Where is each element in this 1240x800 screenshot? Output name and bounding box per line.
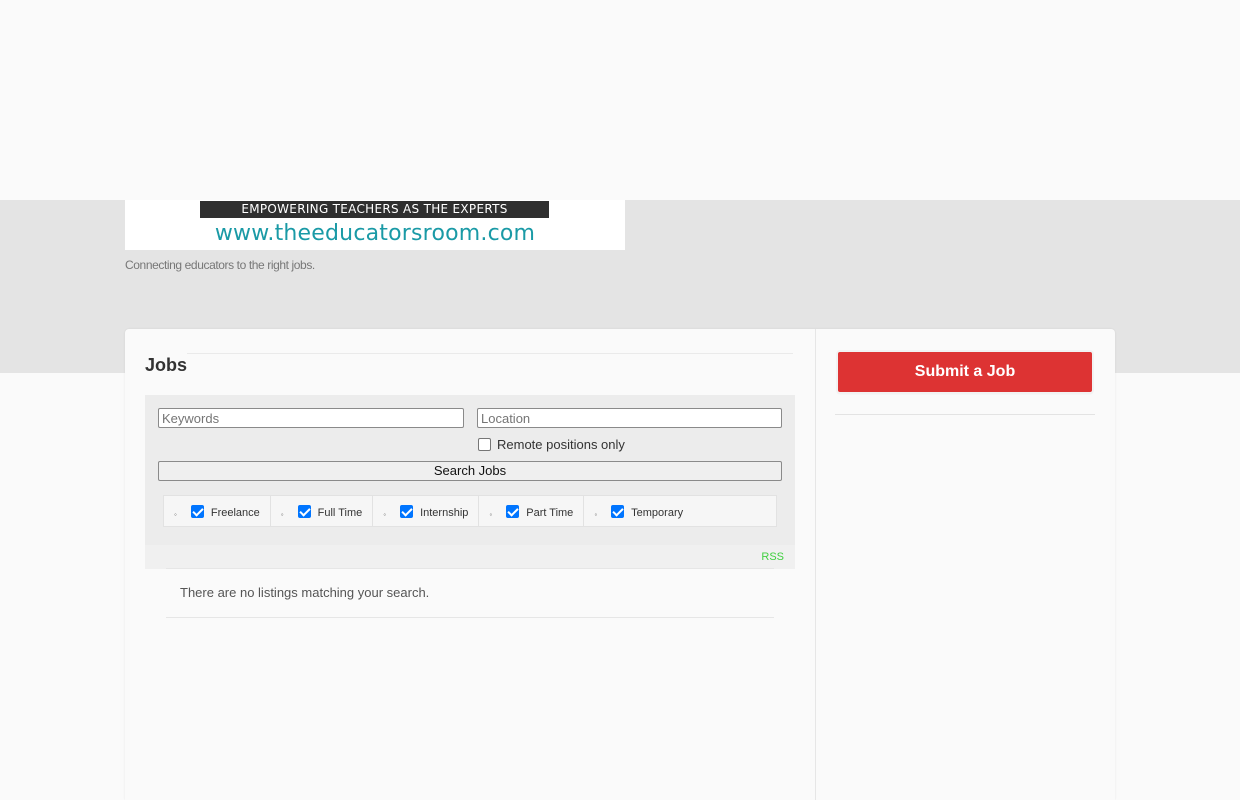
job-type-label: Temporary — [631, 507, 684, 519]
job-type-internship[interactable]: ◦ Internship — [373, 496, 480, 526]
bullet-icon: ◦ — [174, 509, 177, 519]
bullet-icon: ◦ — [489, 509, 493, 519]
job-type-full-time[interactable]: ◦ Full Time — [271, 496, 374, 526]
part-time-checkbox[interactable] — [506, 504, 520, 518]
job-type-filters: ◦ Freelance ◦ Full Time ◦ Internship ◦ P… — [163, 495, 777, 527]
job-type-label: Part Time — [526, 507, 574, 519]
page-title: Jobs — [145, 355, 188, 375]
job-type-freelance[interactable]: ◦ Freelance — [164, 496, 271, 526]
keywords-input[interactable] — [158, 408, 464, 428]
job-type-part-time[interactable]: ◦ Part Time — [479, 496, 585, 526]
job-listings: There are no listings matching your sear… — [166, 568, 774, 618]
remote-label: Remote positions only — [497, 437, 625, 452]
column-divider — [815, 329, 816, 800]
full-time-checkbox[interactable] — [297, 504, 311, 518]
temporary-checkbox[interactable] — [611, 504, 625, 518]
freelance-checkbox[interactable] — [190, 504, 204, 518]
logo-url: www.theeducatorsroom.com — [214, 221, 536, 246]
rss-link[interactable]: RSS — [761, 551, 784, 563]
bullet-icon: ◦ — [383, 509, 387, 519]
bullet-icon: ◦ — [280, 509, 284, 519]
no-results-message: There are no listings matching your sear… — [180, 585, 430, 600]
job-type-label: Internship — [420, 507, 469, 519]
search-jobs-button[interactable]: Search Jobs — [158, 461, 782, 481]
sidebar-divider — [835, 414, 1095, 415]
site-logo[interactable]: EMPOWERING TEACHERS AS THE EXPERTS www.t… — [125, 200, 625, 250]
bullet-icon: ◦ — [594, 509, 598, 519]
job-type-temporary[interactable]: ◦ Temporary — [584, 496, 693, 526]
remote-checkbox[interactable] — [478, 438, 491, 451]
location-input[interactable] — [477, 408, 782, 428]
logo-tagline: EMPOWERING TEACHERS AS THE EXPERTS — [200, 201, 549, 218]
internship-checkbox[interactable] — [400, 504, 414, 518]
site-description: Connecting educators to the right jobs. — [125, 258, 315, 272]
rss-bar: RSS — [145, 545, 795, 569]
content-card: Jobs Remote positions only Search Jobs ◦… — [125, 329, 1115, 800]
title-rule — [187, 353, 793, 354]
job-filters: Remote positions only Search Jobs ◦ Free… — [145, 395, 795, 545]
submit-job-button[interactable]: Submit a Job — [838, 352, 1092, 392]
job-type-label: Full Time — [317, 507, 363, 519]
remote-filter[interactable]: Remote positions only — [478, 437, 625, 452]
job-type-label: Freelance — [210, 507, 260, 519]
